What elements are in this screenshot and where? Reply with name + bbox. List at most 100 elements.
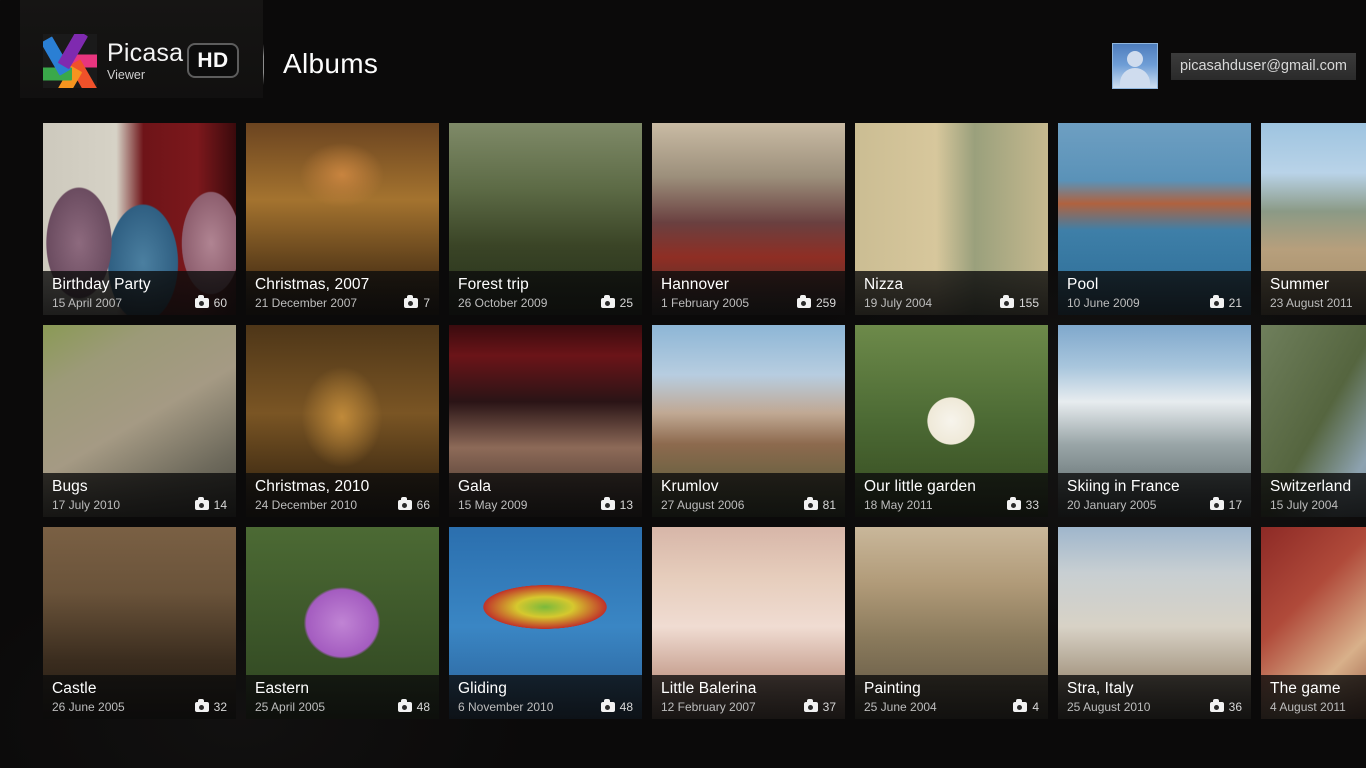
- camera-icon: [1209, 295, 1224, 308]
- album-meta-row: 25 August 2010 36: [1067, 699, 1242, 717]
- album-photo-count: 32: [194, 699, 227, 715]
- album-caption: Gala 15 May 2009 13: [449, 473, 642, 517]
- album-photo-count: 25: [600, 295, 633, 311]
- album-meta-row: 12 February 2007 37: [661, 699, 836, 717]
- album-count-value: 33: [1025, 498, 1039, 512]
- album-photo-count: 17: [1209, 497, 1242, 513]
- album-meta-row: 15 July 2004: [1270, 497, 1366, 515]
- camera-icon: [194, 699, 209, 712]
- album-count-value: 32: [213, 700, 227, 714]
- album-meta-row: 23 August 2011: [1270, 295, 1366, 313]
- album-count-value: 14: [213, 498, 227, 512]
- album-count-value: 25: [619, 296, 633, 310]
- camera-icon: [796, 295, 811, 308]
- account-block[interactable]: picasahduser@gmail.com: [1111, 43, 1366, 89]
- album-meta-row: 10 June 2009 21: [1067, 295, 1242, 313]
- album-meta-row: 6 November 2010 48: [458, 699, 633, 717]
- camera-icon: [404, 295, 419, 308]
- album-title: Forest trip: [458, 276, 529, 293]
- album-meta-row: 18 May 2011 33: [864, 497, 1039, 515]
- album-caption: Skiing in France 20 January 2005 17: [1058, 473, 1251, 517]
- album-title: Painting: [864, 680, 921, 697]
- album-caption: Forest trip 26 October 2009 25: [449, 271, 642, 315]
- hd-badge: HD: [187, 43, 239, 78]
- album-tile[interactable]: Painting 25 June 2004 4: [855, 527, 1048, 719]
- album-tile[interactable]: Switzerland 15 July 2004: [1261, 325, 1366, 517]
- album-tile[interactable]: Our little garden 18 May 2011 33: [855, 325, 1048, 517]
- album-meta-row: 4 August 2011: [1270, 699, 1366, 717]
- album-date: 15 July 2004: [1270, 498, 1339, 512]
- album-tile[interactable]: Gala 15 May 2009 13: [449, 325, 642, 517]
- album-meta-row: 25 June 2004 4: [864, 699, 1039, 717]
- album-meta-row: 17 July 2010 14: [52, 497, 227, 515]
- album-meta-row: 27 August 2006 81: [661, 497, 836, 515]
- album-title: Birthday Party: [52, 276, 151, 293]
- album-title: Stra, Italy: [1067, 680, 1134, 697]
- album-photo-count: 36: [1209, 699, 1242, 715]
- album-photo-count: 66: [397, 497, 430, 513]
- album-tile[interactable]: Summer 23 August 2011: [1261, 123, 1366, 315]
- album-caption: Birthday Party 15 April 2007 60: [43, 271, 236, 315]
- album-tile[interactable]: The game 4 August 2011: [1261, 527, 1366, 719]
- album-tile[interactable]: Pool 10 June 2009 21: [1058, 123, 1251, 315]
- album-caption: Nizza 19 July 2004 155: [855, 271, 1048, 315]
- brand-block[interactable]: Picasa Viewer: [43, 34, 183, 88]
- album-tile[interactable]: Castle 26 June 2005 32: [43, 527, 236, 719]
- header-divider: [263, 44, 264, 85]
- album-photo-count: 48: [600, 699, 633, 715]
- album-tile[interactable]: Birthday Party 15 April 2007 60: [43, 123, 236, 315]
- album-tile[interactable]: Christmas, 2010 24 December 2010 66: [246, 325, 439, 517]
- album-meta-row: 19 July 2004 155: [864, 295, 1039, 313]
- album-title: Little Balerina: [661, 680, 757, 697]
- account-email[interactable]: picasahduser@gmail.com: [1170, 52, 1356, 80]
- album-title: Christmas, 2010: [255, 478, 370, 495]
- album-count-value: 7: [423, 296, 430, 310]
- album-tile[interactable]: Gliding 6 November 2010 48: [449, 527, 642, 719]
- album-count-value: 66: [416, 498, 430, 512]
- album-title: Hannover: [661, 276, 730, 293]
- album-photo-count: 14: [194, 497, 227, 513]
- album-photo-count: 4: [1013, 699, 1039, 715]
- album-photo-count: 21: [1209, 295, 1242, 311]
- album-count-value: 60: [213, 296, 227, 310]
- picasa-viewer-window: Picasa Viewer HD Albums picasahduser@gma…: [0, 0, 1366, 768]
- album-photo-count: 33: [1006, 497, 1039, 513]
- album-title: Eastern: [255, 680, 310, 697]
- album-tile[interactable]: Nizza 19 July 2004 155: [855, 123, 1048, 315]
- album-count-value: 81: [822, 498, 836, 512]
- camera-icon: [1209, 497, 1224, 510]
- album-caption: Christmas, 2010 24 December 2010 66: [246, 473, 439, 517]
- album-tile[interactable]: Christmas, 2007 21 December 2007 7: [246, 123, 439, 315]
- album-count-value: 4: [1032, 700, 1039, 714]
- album-date: 23 August 2011: [1270, 296, 1353, 310]
- album-photo-count: 259: [796, 295, 836, 311]
- camera-icon: [803, 699, 818, 712]
- album-caption: The game 4 August 2011: [1261, 675, 1366, 719]
- camera-icon: [1006, 497, 1021, 510]
- album-count-value: 13: [619, 498, 633, 512]
- user-avatar-icon[interactable]: [1111, 43, 1158, 89]
- album-meta-row: 1 February 2005 259: [661, 295, 836, 313]
- album-tile[interactable]: Forest trip 26 October 2009 25: [449, 123, 642, 315]
- album-title: Gala: [458, 478, 492, 495]
- album-tile[interactable]: Krumlov 27 August 2006 81: [652, 325, 845, 517]
- album-tile[interactable]: Stra, Italy 25 August 2010 36: [1058, 527, 1251, 719]
- album-caption: Stra, Italy 25 August 2010 36: [1058, 675, 1251, 719]
- album-caption: Little Balerina 12 February 2007 37: [652, 675, 845, 719]
- album-title: The game: [1270, 680, 1341, 697]
- album-title: Christmas, 2007: [255, 276, 370, 293]
- album-tile[interactable]: Eastern 25 April 2005 48: [246, 527, 439, 719]
- album-meta-row: 15 May 2009 13: [458, 497, 633, 515]
- album-tile[interactable]: Skiing in France 20 January 2005 17: [1058, 325, 1251, 517]
- album-tile[interactable]: Little Balerina 12 February 2007 37: [652, 527, 845, 719]
- album-tile[interactable]: Hannover 1 February 2005 259: [652, 123, 845, 315]
- album-title: Castle: [52, 680, 97, 697]
- album-meta-row: 25 April 2005 48: [255, 699, 430, 717]
- camera-icon: [397, 699, 412, 712]
- album-count-value: 48: [416, 700, 430, 714]
- camera-icon: [999, 295, 1014, 308]
- album-tile[interactable]: Bugs 17 July 2010 14: [43, 325, 236, 517]
- albums-grid: Birthday Party 15 April 2007 60 Christmas, …: [43, 123, 1366, 723]
- album-photo-count: 37: [803, 699, 836, 715]
- album-caption: Castle 26 June 2005 32: [43, 675, 236, 719]
